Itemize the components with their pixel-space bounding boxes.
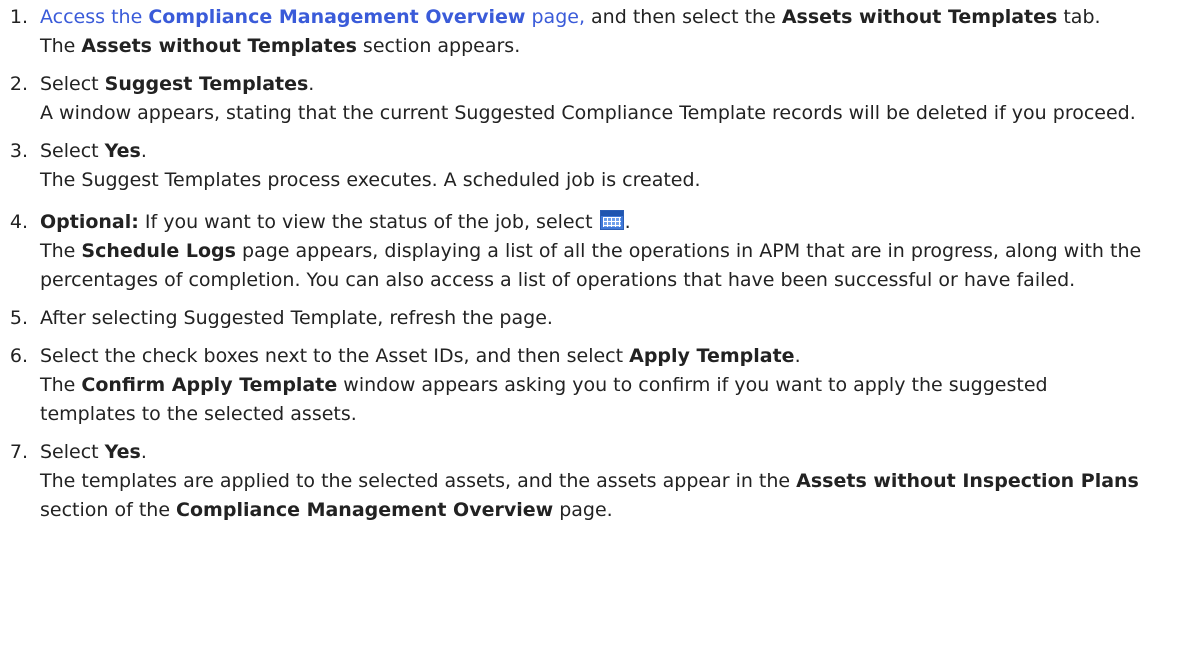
step-result: The Assets without Templates section app… <box>40 35 521 57</box>
step-instruction: After selecting Suggested Template, refr… <box>40 307 553 329</box>
step-number: 6. <box>9 345 28 367</box>
step-instruction: Select the check boxes next to the Asset… <box>40 345 801 367</box>
step-instruction: Optional: If you want to view the status… <box>40 210 631 233</box>
procedure-page: 1. Access the Compliance Management Over… <box>0 0 1186 656</box>
step-7: 7. Select Yes. The templates are applied… <box>0 438 1146 525</box>
step-content: Select Suggest Templates. A window appea… <box>40 70 1146 128</box>
step-result: The templates are applied to the selecte… <box>40 470 1139 521</box>
step-content: Select Yes. The templates are applied to… <box>40 438 1146 525</box>
compliance-overview-link[interactable]: Access the Compliance Management Overvie… <box>40 6 585 28</box>
step-5: 5. After selecting Suggested Template, r… <box>0 304 1146 333</box>
step-instruction: Access the Compliance Management Overvie… <box>40 6 1101 28</box>
step-number: 3. <box>9 140 28 162</box>
step-result: A window appears, stating that the curre… <box>40 102 1136 124</box>
steps-list: 1. Access the Compliance Management Over… <box>0 3 1146 525</box>
step-3: 3. Select Yes. The Suggest Templates pro… <box>0 137 1146 195</box>
step-content: Select the check boxes next to the Asset… <box>40 342 1146 429</box>
step-2: 2. Select Suggest Templates. A window ap… <box>0 70 1146 128</box>
step-content: After selecting Suggested Template, refr… <box>40 304 1146 333</box>
step-instruction: Select Suggest Templates. <box>40 73 315 95</box>
step-instruction: Select Yes. <box>40 441 147 463</box>
step-1: 1. Access the Compliance Management Over… <box>0 3 1146 61</box>
step-number: 7. <box>9 441 28 463</box>
calendar-icon[interactable] <box>599 210 624 230</box>
step-number: 1. <box>9 6 28 28</box>
step-result: The Suggest Templates process executes. … <box>40 169 701 191</box>
step-number: 5. <box>9 307 28 329</box>
step-number: 2. <box>9 73 28 95</box>
step-result: The Confirm Apply Template window appear… <box>40 374 1048 425</box>
step-6: 6. Select the check boxes next to the As… <box>0 342 1146 429</box>
step-content: Optional: If you want to view the status… <box>40 208 1146 295</box>
step-number: 4. <box>9 211 28 233</box>
step-4: 4. Optional: If you want to view the sta… <box>0 208 1146 295</box>
step-content: Access the Compliance Management Overvie… <box>40 3 1146 61</box>
step-result: The Schedule Logs page appears, displayi… <box>40 240 1142 291</box>
step-content: Select Yes. The Suggest Templates proces… <box>40 137 1146 195</box>
step-instruction: Select Yes. <box>40 140 147 162</box>
